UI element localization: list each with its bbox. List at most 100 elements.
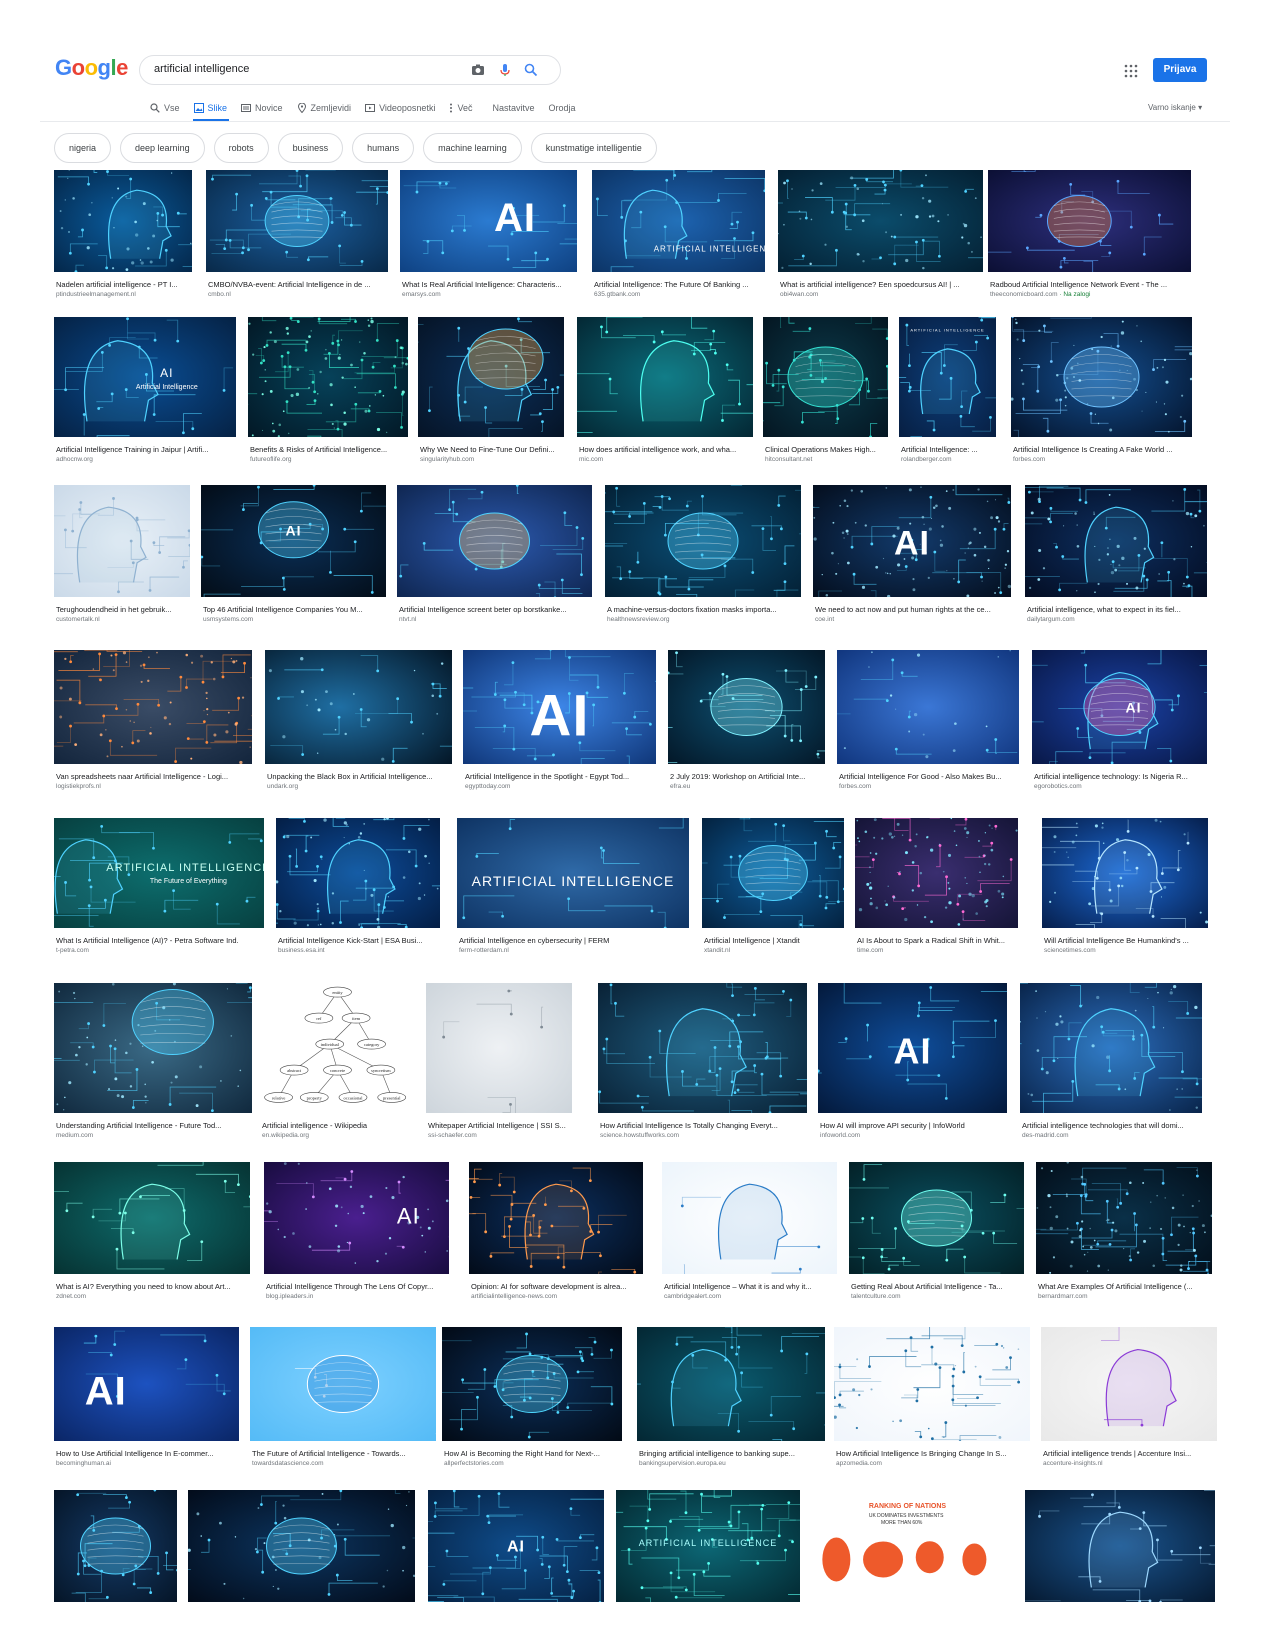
tab-zemljevidi[interactable]: Zemljevidi xyxy=(297,100,351,116)
result-thumbnail[interactable]: AI xyxy=(264,1162,449,1274)
image-result[interactable]: AI xyxy=(428,1490,604,1632)
image-result[interactable]: Bringing artificial intelligence to bank… xyxy=(637,1327,825,1471)
result-title[interactable]: Nadelen artificial intelligence - PT I..… xyxy=(56,280,192,289)
result-title[interactable]: Bringing artificial intelligence to bank… xyxy=(639,1449,825,1458)
result-thumbnail[interactable] xyxy=(1025,1490,1215,1602)
result-thumbnail[interactable]: AI xyxy=(201,485,386,597)
result-thumbnail[interactable]: ARTIFICIAL INTELLIGENCE The Future of Eve… xyxy=(54,818,264,928)
result-thumbnail[interactable] xyxy=(637,1327,825,1441)
related-search-chip[interactable]: nigeria xyxy=(54,133,112,163)
image-result[interactable]: What is AI? Everything you need to know … xyxy=(54,1162,250,1304)
result-thumbnail[interactable] xyxy=(54,170,192,272)
result-title[interactable]: Terughoudendheid in het gebruik... xyxy=(56,605,190,614)
result-title[interactable]: How Artificial Intelligence Is Totally C… xyxy=(600,1121,807,1130)
result-thumbnail[interactable] xyxy=(598,983,807,1113)
image-result[interactable]: Artificial Intelligence | Xtandit xtandit… xyxy=(702,818,844,958)
result-thumbnail[interactable] xyxy=(1025,485,1207,597)
result-thumbnail[interactable] xyxy=(276,818,440,928)
image-result[interactable]: Whitepaper Artificial Intelligence | SSI… xyxy=(426,983,572,1143)
image-result[interactable]: 2 July 2019: Workshop on Artificial Inte… xyxy=(668,650,825,794)
result-title[interactable]: Artificial Intelligence Is Creating A Fa… xyxy=(1013,445,1192,454)
result-thumbnail[interactable] xyxy=(1020,983,1202,1113)
image-result[interactable] xyxy=(54,1490,177,1632)
result-title[interactable]: Artificial Intelligence en cybersecurity… xyxy=(459,936,689,945)
result-title[interactable]: A machine-versus-doctors fixation masks … xyxy=(607,605,801,614)
image-result[interactable] xyxy=(1025,1490,1215,1632)
result-title[interactable]: How Artificial Intelligence Is Bringing … xyxy=(836,1449,1030,1458)
result-title[interactable]: Artificial intelligence trends | Accentu… xyxy=(1043,1449,1217,1458)
result-thumbnail[interactable]: ARTIFICIAL INTELLIGENCE xyxy=(457,818,689,928)
image-result[interactable]: RANKING OF NATIONS UK DOMINATES INVESTMEN… xyxy=(812,1490,1015,1632)
image-result[interactable]: Artificial intelligence, what to expect … xyxy=(1025,485,1207,627)
result-title[interactable]: Artificial Intelligence Training in Jaip… xyxy=(56,445,236,454)
result-thumbnail[interactable] xyxy=(418,317,564,437)
result-thumbnail[interactable]: AI xyxy=(818,983,1007,1113)
image-result[interactable]: Benefits & Risks of Artificial Intellige… xyxy=(248,317,408,467)
result-title[interactable]: What Is Real Artificial Intelligence: Ch… xyxy=(402,280,577,289)
image-result[interactable]: ARTIFICIAL INTELLIGENCE Artificial Intell… xyxy=(592,170,765,302)
result-title[interactable]: What Are Examples Of Artificial Intellig… xyxy=(1038,1282,1212,1291)
image-result[interactable]: How Artificial Intelligence Is Bringing … xyxy=(834,1327,1030,1471)
result-title[interactable]: How does artificial intelligence work, a… xyxy=(579,445,753,454)
result-thumbnail[interactable] xyxy=(778,170,983,272)
result-title[interactable]: Artificial Intelligence | Xtandit xyxy=(704,936,844,945)
image-result[interactable]: A machine-versus-doctors fixation masks … xyxy=(605,485,801,627)
microphone-icon[interactable] xyxy=(497,62,513,78)
image-result[interactable]: CMBO/NVBA-event: Artificial Intelligence… xyxy=(206,170,388,302)
result-title[interactable]: Artificial intelligence - Wikipedia xyxy=(262,1121,415,1130)
result-title[interactable]: Artificial Intelligence screent beter op… xyxy=(399,605,592,614)
result-title[interactable]: Clinical Operations Makes High... xyxy=(765,445,888,454)
result-title[interactable]: The Future of Artificial Intelligence - … xyxy=(252,1449,436,1458)
result-title[interactable]: Will Artificial Intelligence Be Humankin… xyxy=(1044,936,1208,945)
result-thumbnail[interactable]: AI xyxy=(463,650,656,764)
result-thumbnail[interactable]: entity ref item individual category abstract c… xyxy=(260,983,415,1113)
result-thumbnail[interactable]: RANKING OF NATIONS UK DOMINATES INVESTMEN… xyxy=(812,1490,1015,1602)
result-title[interactable]: Understanding Artificial Intelligence - … xyxy=(56,1121,252,1130)
tab-videoposnetki[interactable]: Videoposnetki xyxy=(365,100,435,116)
result-thumbnail[interactable] xyxy=(442,1327,622,1441)
image-result[interactable]: How Artificial Intelligence Is Totally C… xyxy=(598,983,807,1143)
image-result[interactable]: Artificial Intelligence For Good - Also … xyxy=(837,650,1019,794)
related-search-chip[interactable]: robots xyxy=(213,133,269,163)
result-title[interactable]: AI Is About to Spark a Radical Shift in … xyxy=(857,936,1018,945)
image-result[interactable]: How AI is Becoming the Right Hand for Ne… xyxy=(442,1327,622,1471)
result-title[interactable]: Artificial Intelligence Kick-Start | ESA… xyxy=(278,936,440,945)
image-result[interactable]: Artificial Intelligence – What it is and… xyxy=(662,1162,837,1304)
result-title[interactable]: What Is Artificial Intelligence (AI)? - … xyxy=(56,936,264,945)
result-title[interactable]: What is AI? Everything you need to know … xyxy=(56,1282,250,1291)
result-title[interactable]: We need to act now and put human rights … xyxy=(815,605,1011,614)
result-thumbnail[interactable] xyxy=(1011,317,1192,437)
result-thumbnail[interactable]: AI xyxy=(428,1490,604,1602)
result-title[interactable]: Artificial intelligence technology: Is N… xyxy=(1034,772,1207,781)
image-result[interactable]: Clinical Operations Makes High... hitcons… xyxy=(763,317,888,467)
result-title[interactable]: How AI is Becoming the Right Hand for Ne… xyxy=(444,1449,622,1458)
image-result[interactable]: Getting Real About Artificial Intelligen… xyxy=(849,1162,1024,1304)
tab-nastavitve[interactable]: Nastavitve xyxy=(492,100,534,116)
result-thumbnail[interactable] xyxy=(426,983,572,1113)
image-result[interactable]: Artificial intelligence technologies tha… xyxy=(1020,983,1202,1143)
result-thumbnail[interactable] xyxy=(1036,1162,1212,1274)
result-thumbnail[interactable] xyxy=(54,983,252,1113)
camera-icon[interactable] xyxy=(470,62,486,78)
image-result[interactable]: AI Top 46 Artificial Intelligence Compani… xyxy=(201,485,386,627)
image-result[interactable]: AI We need to act now and put human right… xyxy=(813,485,1011,627)
result-thumbnail[interactable] xyxy=(702,818,844,928)
result-thumbnail[interactable]: ARTIFICIAL INTELLIGENCE xyxy=(592,170,765,272)
result-thumbnail[interactable] xyxy=(265,650,452,764)
result-title[interactable]: Opinion: AI for software development is … xyxy=(471,1282,643,1291)
image-result[interactable] xyxy=(188,1490,415,1632)
result-title[interactable]: Whitepaper Artificial Intelligence | SSI… xyxy=(428,1121,572,1130)
result-thumbnail[interactable] xyxy=(54,1490,177,1602)
result-thumbnail[interactable] xyxy=(54,650,252,764)
result-thumbnail[interactable]: AI xyxy=(813,485,1011,597)
image-result[interactable]: ARTIFICIAL INTELLIGENCE xyxy=(616,1490,800,1632)
result-title[interactable]: Unpacking the Black Box in Artificial In… xyxy=(267,772,452,781)
image-result[interactable]: AI How AI will improve API security | Inf… xyxy=(818,983,1007,1143)
image-result[interactable]: AI Artificial Intelligence Through The Le… xyxy=(264,1162,449,1304)
image-result[interactable]: Radboud Artificial Intelligence Network … xyxy=(988,170,1191,302)
related-search-chip[interactable]: deep learning xyxy=(120,133,205,163)
result-thumbnail[interactable] xyxy=(837,650,1019,764)
result-thumbnail[interactable] xyxy=(188,1490,415,1602)
result-thumbnail[interactable] xyxy=(668,650,825,764)
result-thumbnail[interactable]: AI xyxy=(400,170,577,272)
